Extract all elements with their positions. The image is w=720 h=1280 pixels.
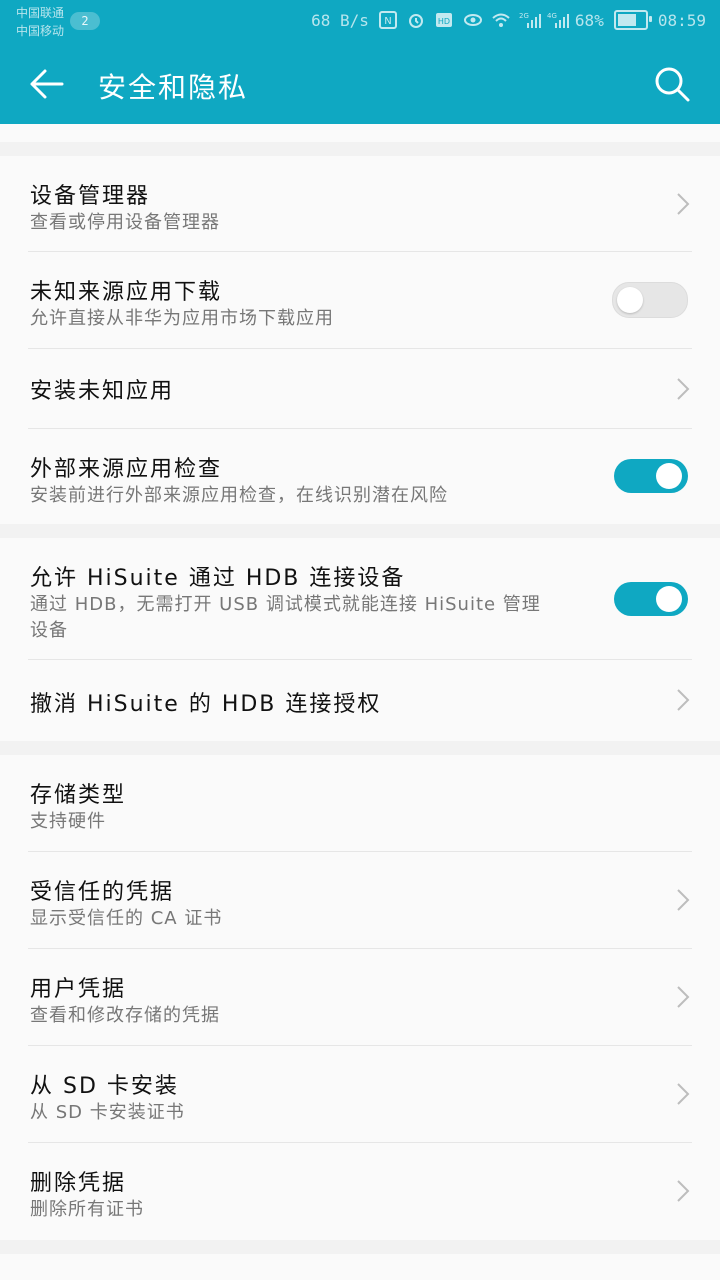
carrier-1: 中国联通 xyxy=(16,6,65,20)
chevron-right-icon xyxy=(677,986,690,1008)
signal-2g-label: 2G xyxy=(519,12,529,20)
external-check-title: 外部来源应用检查 xyxy=(30,457,223,482)
trusted-creds-title: 受信任的凭据 xyxy=(30,880,175,905)
battery-percent: 68% xyxy=(574,10,604,30)
back-arrow-icon xyxy=(30,69,64,99)
notification-count-badge: 2 xyxy=(70,12,100,30)
clear-creds-row[interactable]: 删除凭据 删除所有证书 xyxy=(0,1143,720,1240)
app-security-section: 设备管理器 查看或停用设备管理器 未知来源应用下载 允许直接从非华为应用市场下载… xyxy=(0,156,720,524)
wifi-icon xyxy=(491,11,510,29)
chevron-right-icon xyxy=(677,378,690,400)
page-title: 安全和隐私 xyxy=(98,71,249,104)
top-card-fragment xyxy=(0,124,720,142)
chevron-right-icon xyxy=(677,889,690,911)
back-button[interactable] xyxy=(28,66,68,102)
chevron-right-icon xyxy=(677,689,690,711)
storage-type-subtitle: 支持硬件 xyxy=(30,811,106,832)
chevron-right-icon xyxy=(677,193,690,215)
clear-creds-title: 删除凭据 xyxy=(30,1171,127,1196)
battery-icon xyxy=(613,10,652,30)
unknown-download-title: 未知来源应用下载 xyxy=(30,280,223,305)
clock: 08:59 xyxy=(657,10,706,30)
chevron-right-icon xyxy=(677,1180,690,1202)
svg-text:N: N xyxy=(384,16,391,27)
user-creds-row[interactable]: 用户凭据 查看和修改存储的凭据 xyxy=(0,949,720,1046)
hisuite-hdb-toggle[interactable] xyxy=(614,582,688,616)
revoke-hdb-row[interactable]: 撤消 HiSuite 的 HDB 连接授权 xyxy=(0,660,720,741)
external-check-subtitle: 安装前进行外部来源应用检查，在线识别潜在风险 xyxy=(30,485,448,506)
eye-comfort-icon xyxy=(463,11,482,29)
hisuite-hdb-row[interactable]: 允许 HiSuite 通过 HDB 连接设备 通过 HDB，无需打开 USB 调… xyxy=(0,538,720,660)
install-sd-subtitle: 从 SD 卡安装证书 xyxy=(30,1102,185,1123)
svg-text:HD: HD xyxy=(438,17,450,26)
device-admin-subtitle: 查看或停用设备管理器 xyxy=(30,212,220,233)
alarm-icon xyxy=(407,11,425,29)
install-sd-row[interactable]: 从 SD 卡安装 从 SD 卡安装证书 xyxy=(0,1046,720,1143)
toolbar: 安全和隐私 xyxy=(0,44,720,124)
storage-type-title: 存储类型 xyxy=(30,783,127,808)
user-creds-subtitle: 查看和修改存储的凭据 xyxy=(30,1005,220,1026)
hd-icon: HD xyxy=(435,11,453,29)
hisuite-hdb-subtitle-1: 通过 HDB，无需打开 USB 调试模式就能连接 HiSuite 管理 xyxy=(30,594,541,615)
storage-type-row: 存储类型 支持硬件 xyxy=(0,755,720,852)
hisuite-hdb-title: 允许 HiSuite 通过 HDB 连接设备 xyxy=(30,566,406,591)
external-check-toggle[interactable] xyxy=(614,459,688,493)
hisuite-section: 允许 HiSuite 通过 HDB 连接设备 通过 HDB，无需打开 USB 调… xyxy=(0,538,720,741)
carrier-2: 中国移动 xyxy=(16,24,65,38)
credentials-section: 存储类型 支持硬件 受信任的凭据 显示受信任的 CA 证书 用户凭据 查看和修改… xyxy=(0,755,720,1240)
hisuite-hdb-subtitle-2: 设备 xyxy=(30,620,68,641)
search-icon xyxy=(655,67,690,102)
device-admin-title: 设备管理器 xyxy=(30,184,151,209)
unknown-download-row[interactable]: 未知来源应用下载 允许直接从非华为应用市场下载应用 xyxy=(0,252,720,349)
signal-4g-label: 4G xyxy=(547,12,557,20)
nfc-icon: N xyxy=(378,11,397,29)
user-creds-title: 用户凭据 xyxy=(30,977,127,1002)
status-icons: 68 B/s N HD 2G 4G 68% 08:59 xyxy=(311,10,706,30)
bottom-card-fragment xyxy=(0,1254,720,1280)
revoke-hdb-title: 撤消 HiSuite 的 HDB 连接授权 xyxy=(30,692,382,717)
trusted-creds-row[interactable]: 受信任的凭据 显示受信任的 CA 证书 xyxy=(0,852,720,949)
clear-creds-subtitle: 删除所有证书 xyxy=(30,1199,144,1220)
unknown-download-subtitle: 允许直接从非华为应用市场下载应用 xyxy=(30,308,334,329)
chevron-right-icon xyxy=(677,1083,690,1105)
trusted-creds-subtitle: 显示受信任的 CA 证书 xyxy=(30,908,223,929)
status-bar: 中国联通 中国移动 2 68 B/s N HD 2G 4G 68% 08:59 xyxy=(0,0,720,44)
external-check-row[interactable]: 外部来源应用检查 安装前进行外部来源应用检查，在线识别潜在风险 xyxy=(0,429,720,524)
net-speed: 68 B/s xyxy=(311,10,369,30)
carrier-info: 中国联通 中国移动 xyxy=(16,4,64,40)
install-sd-title: 从 SD 卡安装 xyxy=(30,1074,179,1099)
unknown-download-toggle[interactable] xyxy=(612,282,688,318)
signal-4g-icon: 4G xyxy=(547,11,569,29)
device-admin-row[interactable]: 设备管理器 查看或停用设备管理器 xyxy=(0,156,720,252)
search-button[interactable] xyxy=(652,64,692,104)
signal-2g-icon: 2G xyxy=(519,11,541,29)
app-bar: 中国联通 中国移动 2 68 B/s N HD 2G 4G 68% 08:59 … xyxy=(0,0,720,124)
install-unknown-row[interactable]: 安装未知应用 xyxy=(0,349,720,429)
install-unknown-title: 安装未知应用 xyxy=(30,379,175,404)
